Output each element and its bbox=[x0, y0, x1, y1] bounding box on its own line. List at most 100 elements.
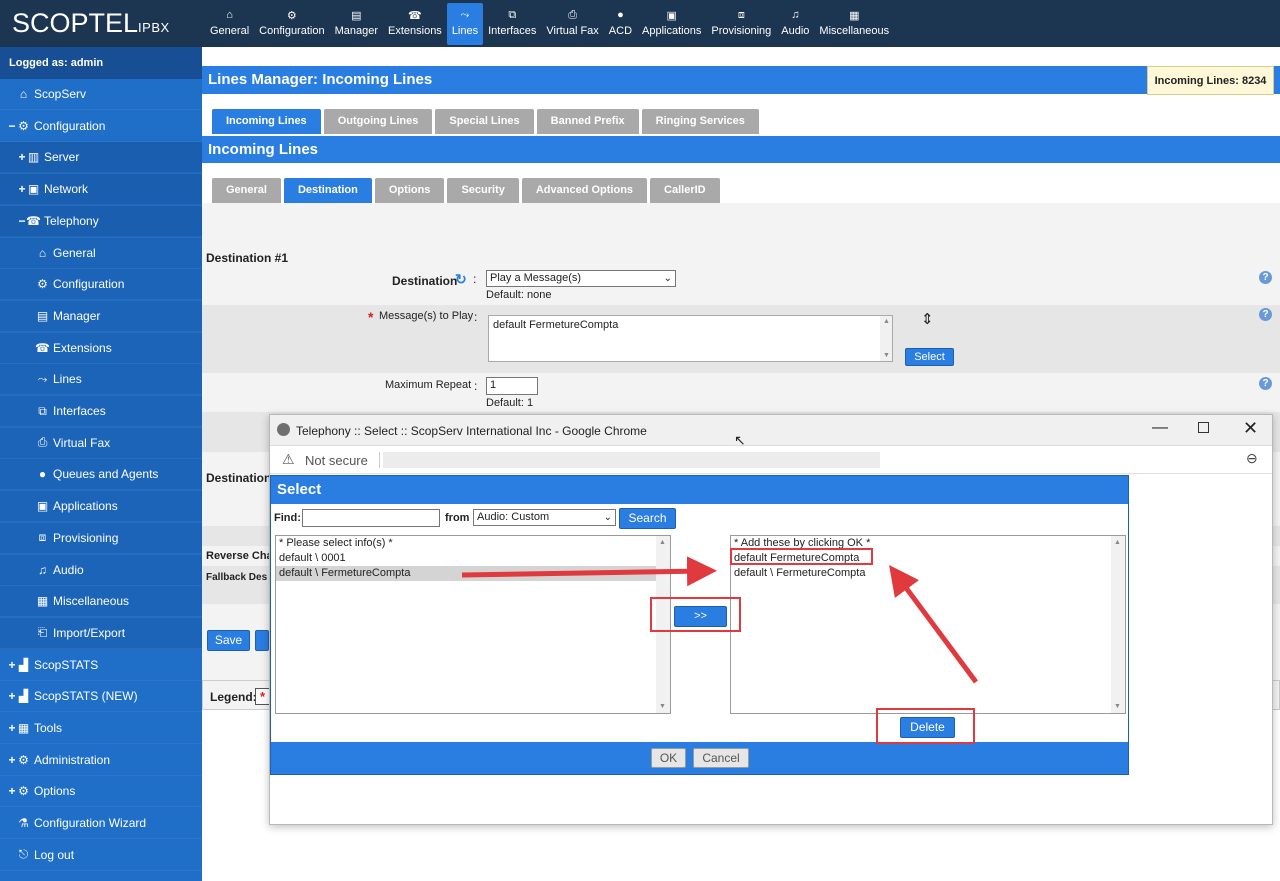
secondary-button[interactable] bbox=[255, 630, 269, 651]
sidebar-item-interfaces[interactable]: ⧉ Interfaces bbox=[0, 396, 202, 427]
sidebar-item-scopserv[interactable]: ⌂ ScopServ bbox=[0, 79, 202, 110]
find-label: Find: bbox=[274, 512, 301, 524]
sidebar-icon: ⌂ bbox=[19, 87, 28, 101]
sidebar-item-manager[interactable]: ▤ Manager bbox=[0, 300, 202, 332]
from-select[interactable]: Audio: Custom ⌄ bbox=[473, 509, 616, 526]
expand-icon[interactable]: + bbox=[7, 753, 17, 767]
nav-general[interactable]: ⌂ General bbox=[205, 3, 254, 45]
tab-incoming-lines[interactable]: Incoming Lines bbox=[212, 109, 321, 134]
destination-select[interactable]: Play a Message(s) ⌄ bbox=[486, 270, 676, 287]
nav-virtual-fax[interactable]: ⎙ Virtual Fax bbox=[541, 3, 603, 45]
zoom-icon[interactable]: ⊖ bbox=[1246, 450, 1258, 467]
sidebar-item-queues-and-agents[interactable]: ● Queues and Agents bbox=[0, 459, 202, 491]
sidebar-item-telephony[interactable]: − ☎ Telephony bbox=[0, 205, 202, 237]
save-button[interactable]: Save bbox=[207, 630, 250, 651]
not-secure-label: Not secure bbox=[305, 453, 368, 468]
app-logo[interactable]: SCOPTELIPBX bbox=[12, 8, 170, 39]
maximize-icon[interactable] bbox=[1198, 422, 1209, 433]
reorder-arrows-icon[interactable]: ⇕ bbox=[921, 312, 934, 327]
help-icon[interactable]: ? bbox=[1259, 377, 1272, 390]
sidebar-item-network[interactable]: + ▣ Network bbox=[0, 174, 202, 206]
nav-label: Virtual Fax bbox=[546, 25, 599, 37]
subtab-destination[interactable]: Destination bbox=[283, 178, 372, 203]
close-icon[interactable]: ✕ bbox=[1243, 418, 1258, 439]
sidebar-icon: ▤ bbox=[36, 308, 49, 323]
max-repeat-input[interactable]: 1 bbox=[486, 377, 538, 395]
sidebar-item-configuration[interactable]: − ⚙ Configuration bbox=[0, 111, 202, 142]
scrollbar[interactable]: ▲ ▼ bbox=[880, 316, 892, 361]
nav-manager[interactable]: ▤ Manager bbox=[330, 3, 383, 45]
sidebar-item-miscellaneous[interactable]: ▦ Miscellaneous bbox=[0, 586, 202, 618]
sidebar-item-log-out[interactable]: ⎋ Log out bbox=[0, 840, 202, 871]
cancel-button[interactable]: Cancel bbox=[693, 748, 749, 768]
sidebar-item-configuration[interactable]: ⚙ Configuration bbox=[0, 269, 202, 301]
nav-label: Audio bbox=[781, 25, 810, 37]
messages-textarea[interactable]: default FermetureCompta ▲ ▼ bbox=[488, 315, 893, 362]
expand-icon[interactable]: + bbox=[7, 658, 17, 672]
list-item[interactable]: * Please select info(s) * bbox=[276, 536, 670, 551]
divider bbox=[379, 452, 380, 468]
list-item[interactable]: default \ FermetureCompta bbox=[731, 566, 1125, 581]
grid-icon: ▦ bbox=[849, 9, 860, 22]
expand-icon[interactable]: + bbox=[17, 182, 27, 196]
url-field-blurred[interactable] bbox=[383, 452, 880, 468]
nav-audio[interactable]: ♫ Audio bbox=[776, 3, 814, 45]
expand-icon[interactable]: + bbox=[7, 784, 17, 798]
sidebar-item-general[interactable]: ⌂ General bbox=[0, 237, 202, 269]
nav-miscellaneous[interactable]: ▦ Miscellaneous bbox=[814, 3, 894, 45]
help-icon[interactable]: ? bbox=[1259, 271, 1272, 284]
nav-label: Extensions bbox=[388, 25, 442, 37]
expand-icon[interactable]: + bbox=[7, 689, 17, 703]
sidebar-item-applications[interactable]: ▣ Applications bbox=[0, 491, 202, 523]
nav-applications[interactable]: ▣ Applications bbox=[637, 3, 706, 45]
help-icon[interactable]: ? bbox=[1259, 308, 1272, 321]
subtab-security[interactable]: Security bbox=[447, 178, 519, 203]
subtab-advanced-options[interactable]: Advanced Options bbox=[521, 178, 648, 203]
list-item[interactable]: default \ FermetureCompta bbox=[276, 566, 670, 581]
tab-ringing-services[interactable]: Ringing Services bbox=[641, 109, 759, 134]
find-input[interactable] bbox=[302, 509, 440, 527]
sidebar-item-virtual-fax[interactable]: ⎙ Virtual Fax bbox=[0, 427, 202, 459]
expand-icon[interactable]: + bbox=[7, 721, 17, 735]
tab-banned-prefix[interactable]: Banned Prefix bbox=[536, 109, 639, 134]
expand-icon[interactable]: + bbox=[17, 150, 27, 164]
colon: : bbox=[473, 272, 477, 286]
nav-extensions[interactable]: ☎ Extensions bbox=[383, 3, 447, 45]
sidebar-item-extensions[interactable]: ☎ Extensions bbox=[0, 332, 202, 364]
tab-special-lines[interactable]: Special Lines bbox=[435, 109, 534, 134]
subtab-general[interactable]: General bbox=[212, 178, 281, 203]
sidebar-item-provisioning[interactable]: ⧈ Provisioning bbox=[0, 522, 202, 554]
search-button[interactable]: Search bbox=[619, 508, 676, 529]
sidebar-item-scopstats[interactable]: + ▟ ScopSTATS bbox=[0, 650, 202, 681]
minimize-icon[interactable]: — bbox=[1152, 419, 1168, 437]
sidebar-icon: ▟ bbox=[18, 657, 29, 672]
sidebar-item-configuration-wizard[interactable]: ⚗ Configuration Wizard bbox=[0, 808, 202, 840]
sidebar-item-scopstats-new-[interactable]: + ▟ ScopSTATS (NEW) bbox=[0, 681, 202, 713]
nav-lines[interactable]: ⤳ Lines bbox=[446, 3, 484, 45]
sidebar-item-tools[interactable]: + ▦ Tools bbox=[0, 713, 202, 744]
sidebar-item-audio[interactable]: ♫ Audio bbox=[0, 554, 202, 586]
ok-button[interactable]: OK bbox=[651, 748, 686, 768]
chevron-down-icon: ⌄ bbox=[663, 273, 672, 284]
sidebar-item-options[interactable]: + ⚙ Options bbox=[0, 776, 202, 808]
nav-label: ACD bbox=[608, 25, 633, 37]
select-button[interactable]: Select bbox=[905, 348, 954, 366]
nav-acd[interactable]: ● ACD bbox=[604, 3, 637, 45]
nav-interfaces[interactable]: ⧉ Interfaces bbox=[483, 3, 541, 45]
tab-outgoing-lines[interactable]: Outgoing Lines bbox=[323, 109, 433, 134]
sidebar-item-server[interactable]: + ▥ Server bbox=[0, 142, 202, 174]
subtab-callerid[interactable]: CallerID bbox=[650, 178, 720, 203]
sidebar-item-import-export[interactable]: ⎗ Import/Export bbox=[0, 617, 202, 649]
nav-provisioning[interactable]: ⧈ Provisioning bbox=[706, 3, 776, 45]
sidebar-item-administration[interactable]: + ⚙ Administration bbox=[0, 745, 202, 776]
subtab-options[interactable]: Options bbox=[374, 178, 445, 203]
nav-configuration[interactable]: ⚙ Configuration bbox=[254, 3, 329, 45]
list-item[interactable]: default \ 0001 bbox=[276, 551, 670, 566]
sidebar-item-lines[interactable]: ⤳ Lines bbox=[0, 364, 202, 396]
popup-titlebar: Telephony :: Select :: ScopServ Internat… bbox=[270, 415, 1272, 446]
scrollbar[interactable]: ▲ ▼ bbox=[1111, 536, 1125, 713]
available-list[interactable]: * Please select info(s) * default \ 0001… bbox=[275, 535, 671, 714]
sidebar-icon: ⎙ bbox=[37, 435, 48, 450]
collapse-icon[interactable]: − bbox=[7, 119, 17, 133]
refresh-icon[interactable]: ↻ bbox=[455, 271, 467, 288]
